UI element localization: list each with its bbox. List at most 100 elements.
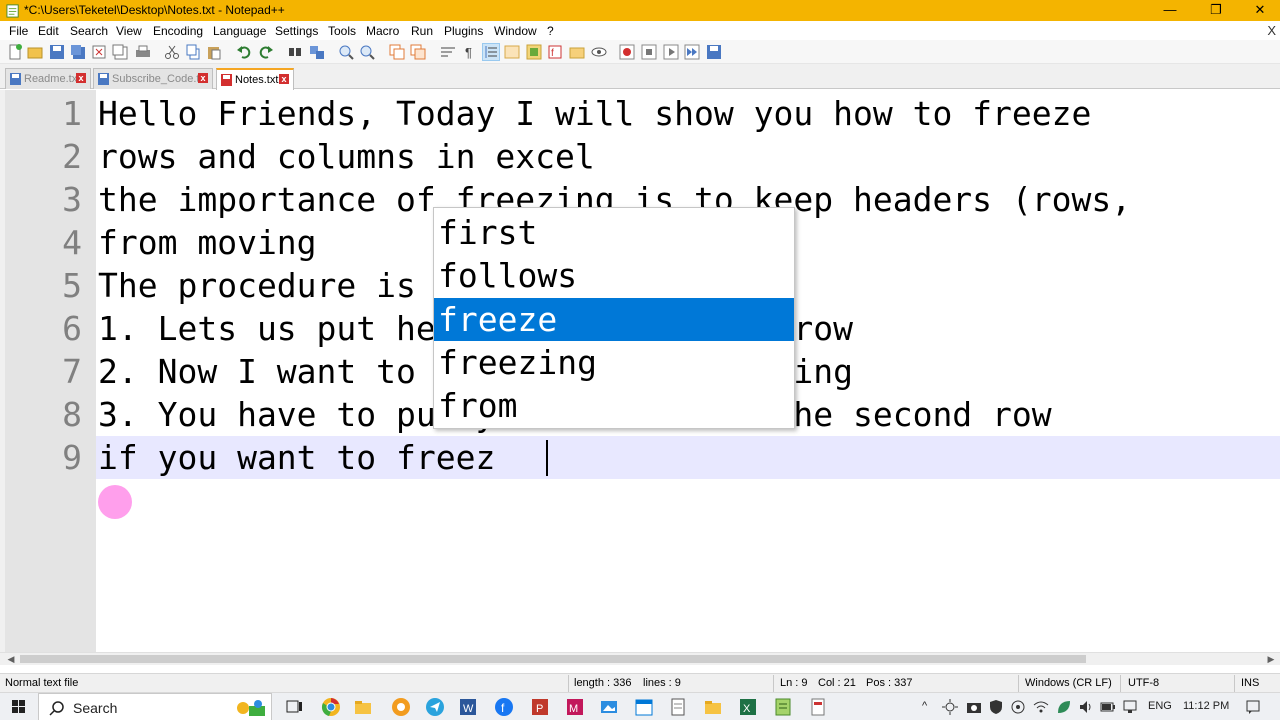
notifications-icon[interactable] [1245, 699, 1261, 715]
document-map-icon[interactable] [526, 44, 542, 60]
new-file-icon[interactable] [7, 44, 23, 60]
leaf-icon[interactable] [1056, 699, 1072, 715]
menu-macro[interactable]: Macro [366, 24, 399, 38]
tab-close-icon[interactable]: x [198, 73, 208, 83]
save-macro-icon[interactable] [706, 44, 722, 60]
close-button[interactable]: ✕ [1240, 0, 1280, 21]
chrome-icon[interactable] [321, 697, 341, 717]
folder-as-workspace-icon[interactable] [569, 44, 585, 60]
show-all-characters-icon[interactable]: ¶ [461, 44, 477, 60]
autocomplete-item[interactable]: from [434, 384, 794, 427]
edge-icon[interactable] [391, 697, 411, 717]
eol-format[interactable]: Windows (CR LF) [1025, 677, 1112, 689]
maximize-button[interactable]: ❐ [1196, 0, 1236, 21]
close-document-icon[interactable]: X [1267, 23, 1276, 38]
brightness-icon[interactable] [942, 699, 958, 715]
svg-text:M: M [569, 703, 578, 715]
zoom-out-icon[interactable] [359, 44, 375, 60]
redo-icon[interactable] [258, 44, 274, 60]
minimize-button[interactable]: — [1150, 0, 1190, 21]
user-defined-language-icon[interactable] [504, 44, 520, 60]
replace-icon[interactable] [309, 44, 325, 60]
input-language[interactable]: ENG [1148, 700, 1172, 712]
paste-icon[interactable] [206, 44, 222, 60]
tab-notes[interactable]: Notes.txt x [216, 68, 294, 90]
autocomplete-item-selected[interactable]: freeze [434, 298, 794, 341]
volume-icon[interactable] [1078, 699, 1094, 715]
scroll-right-icon[interactable]: ▶ [1264, 653, 1278, 665]
menu-language[interactable]: Language [213, 24, 266, 38]
cut-icon[interactable] [164, 44, 180, 60]
tab-subscribe-code[interactable]: Subscribe_Code.txt x [93, 68, 213, 89]
calendar-icon[interactable] [634, 697, 654, 717]
autocomplete-item[interactable]: first [434, 211, 794, 254]
menu-view[interactable]: View [116, 24, 142, 38]
autocomplete-item[interactable]: freezing [434, 341, 794, 384]
shield-icon[interactable] [988, 699, 1004, 715]
document-viewer-icon[interactable] [808, 697, 828, 717]
notepad-plus-plus-taskbar-icon[interactable] [773, 697, 793, 717]
scroll-left-icon[interactable]: ◀ [4, 653, 18, 665]
menu-settings[interactable]: Settings [275, 24, 318, 38]
clock[interactable]: 11:12 PM [1183, 700, 1229, 712]
find-icon[interactable] [287, 44, 303, 60]
record-macro-icon[interactable] [619, 44, 635, 60]
cursor-position: Pos : 337 [866, 677, 913, 689]
file-explorer-icon[interactable] [353, 697, 373, 717]
facebook-icon[interactable]: f [494, 697, 514, 717]
menu-plugins[interactable]: Plugins [444, 24, 483, 38]
open-file-icon[interactable] [27, 44, 43, 60]
tab-readme[interactable]: Readme.txt x [5, 68, 91, 89]
sync-vertical-icon[interactable] [389, 44, 405, 60]
stop-macro-icon[interactable] [641, 44, 657, 60]
tab-close-icon[interactable]: x [76, 73, 86, 83]
scrollbar-thumb[interactable] [20, 655, 1086, 663]
folder-icon[interactable] [703, 697, 723, 717]
battery-icon[interactable] [1100, 699, 1116, 715]
taskbar-search[interactable]: Search [38, 693, 272, 720]
zoom-in-icon[interactable] [338, 44, 354, 60]
telegram-icon[interactable] [425, 697, 445, 717]
menu-encoding[interactable]: Encoding [153, 24, 203, 38]
tab-close-icon[interactable]: x [279, 74, 289, 84]
show-hidden-icons-button[interactable]: ^ [922, 700, 927, 712]
word-wrap-icon[interactable] [440, 44, 456, 60]
menu-search[interactable]: Search [70, 24, 108, 38]
play-macro-icon[interactable] [663, 44, 679, 60]
close-file-icon[interactable] [91, 44, 107, 60]
copy-icon[interactable] [185, 44, 201, 60]
tab-label: Readme.txt [24, 73, 81, 85]
menu-run[interactable]: Run [411, 24, 433, 38]
print-icon[interactable] [135, 44, 151, 60]
photos-icon[interactable] [599, 697, 619, 717]
autocomplete-list[interactable]: first follows freeze freezing from [433, 207, 795, 429]
run-macro-multiple-icon[interactable] [684, 44, 700, 60]
menu-help[interactable]: ? [547, 24, 554, 38]
wifi-icon[interactable] [1033, 699, 1049, 715]
save-icon[interactable] [49, 44, 65, 60]
task-view-icon[interactable] [284, 697, 304, 717]
sync-horizontal-icon[interactable] [410, 44, 426, 60]
monitoring-icon[interactable] [591, 44, 607, 60]
horizontal-scrollbar[interactable]: ◀ ▶ [0, 652, 1280, 665]
save-all-icon[interactable] [70, 44, 86, 60]
media-app-icon[interactable]: M [565, 697, 585, 717]
network-icon[interactable] [1122, 699, 1138, 715]
menu-window[interactable]: Window [494, 24, 537, 38]
function-list-icon[interactable]: f [547, 44, 563, 60]
word-icon[interactable]: W [458, 697, 478, 717]
notepad-icon[interactable] [668, 697, 688, 717]
close-all-icon[interactable] [112, 44, 128, 60]
indent-guide-icon[interactable] [482, 43, 500, 61]
excel-icon[interactable]: X [738, 697, 758, 717]
camera-icon[interactable] [966, 699, 982, 715]
remote-icon[interactable] [1010, 699, 1026, 715]
menu-edit[interactable]: Edit [38, 24, 59, 38]
encoding[interactable]: UTF-8 [1128, 677, 1159, 689]
autocomplete-item[interactable]: follows [434, 254, 794, 297]
menu-file[interactable]: File [9, 24, 28, 38]
menu-tools[interactable]: Tools [328, 24, 356, 38]
windows-start-icon[interactable] [0, 693, 38, 720]
powerpoint-icon[interactable]: P [530, 697, 550, 717]
undo-icon[interactable] [236, 44, 252, 60]
